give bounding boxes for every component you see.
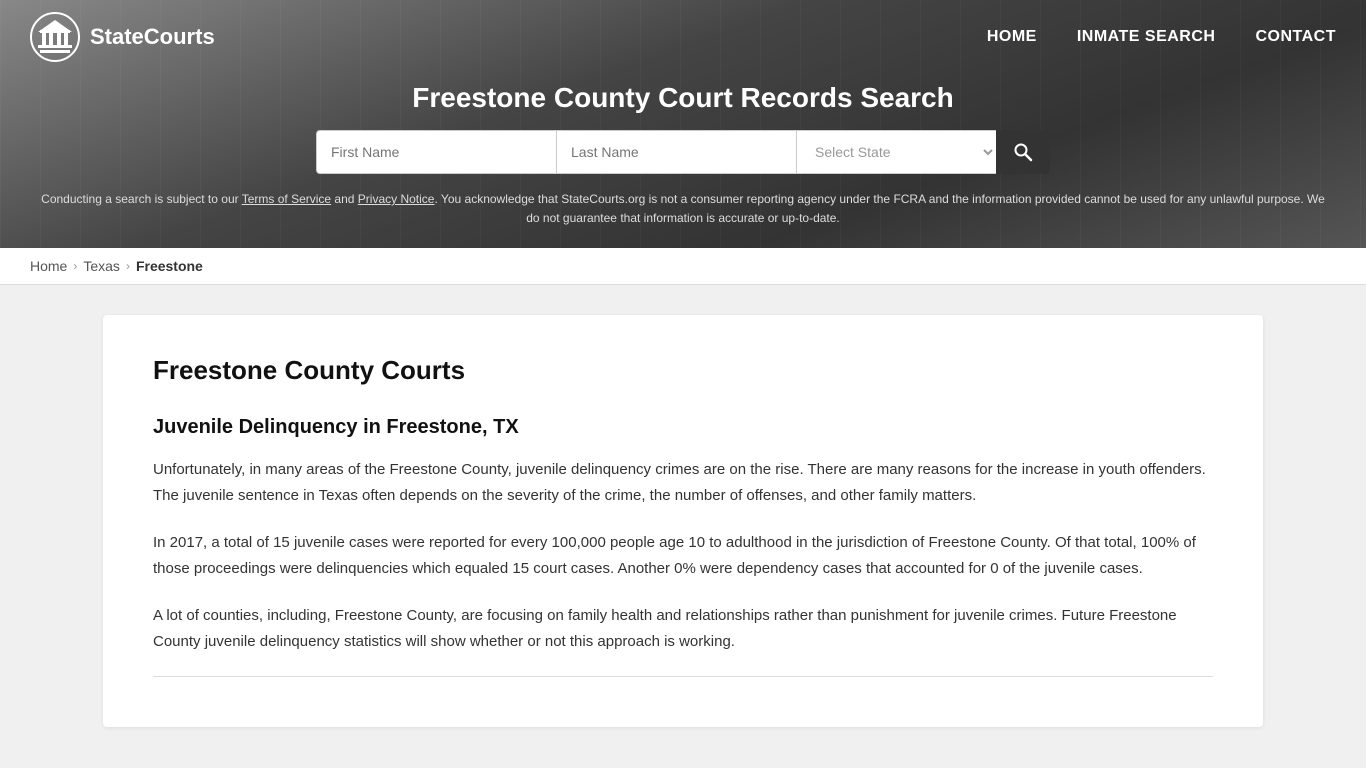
breadcrumb-state[interactable]: Texas — [83, 258, 120, 274]
navbar: StateCourts HOME INMATE SEARCH CONTACT — [0, 0, 1366, 74]
page-title: Freestone County Court Records Search — [0, 74, 1366, 130]
breadcrumb-home[interactable]: Home — [30, 258, 67, 274]
breadcrumb-sep-2: › — [126, 259, 130, 273]
logo-icon — [30, 12, 80, 62]
state-select[interactable]: Select StateAlabamaAlaskaArizonaArkansas… — [796, 130, 996, 174]
nav-contact[interactable]: CONTACT — [1255, 28, 1336, 45]
logo-link[interactable]: StateCourts — [30, 12, 215, 62]
terms-link[interactable]: Terms of Service — [242, 192, 331, 206]
search-button[interactable] — [996, 130, 1050, 174]
breadcrumb-sep-1: › — [73, 259, 77, 273]
main-content: Freestone County Courts Juvenile Delinqu… — [103, 315, 1263, 727]
section-title: Juvenile Delinquency in Freestone, TX — [153, 416, 1213, 439]
paragraph-3: A lot of counties, including, Freestone … — [153, 603, 1213, 654]
first-name-input[interactable] — [316, 130, 556, 174]
disclaimer-text: Conducting a search is subject to our Te… — [0, 190, 1366, 228]
paragraph-2: In 2017, a total of 15 juvenile cases we… — [153, 530, 1213, 581]
privacy-link[interactable]: Privacy Notice — [358, 192, 435, 206]
main-title: Freestone County Courts — [153, 355, 1213, 386]
search-icon — [1013, 142, 1033, 162]
nav-home[interactable]: HOME — [987, 28, 1037, 45]
breadcrumb-county: Freestone — [136, 258, 203, 274]
search-bar: Select StateAlabamaAlaskaArizonaArkansas… — [0, 130, 1366, 190]
nav-links: HOME INMATE SEARCH CONTACT — [987, 28, 1336, 46]
breadcrumb: Home › Texas › Freestone — [0, 248, 1366, 285]
last-name-input[interactable] — [556, 130, 796, 174]
content-divider — [153, 676, 1213, 677]
hero-section: StateCourts HOME INMATE SEARCH CONTACT F… — [0, 0, 1366, 248]
paragraph-1: Unfortunately, in many areas of the Free… — [153, 457, 1213, 508]
logo-text: StateCourts — [90, 24, 215, 50]
hero-content: StateCourts HOME INMATE SEARCH CONTACT F… — [0, 0, 1366, 228]
nav-inmate-search[interactable]: INMATE SEARCH — [1077, 28, 1216, 45]
